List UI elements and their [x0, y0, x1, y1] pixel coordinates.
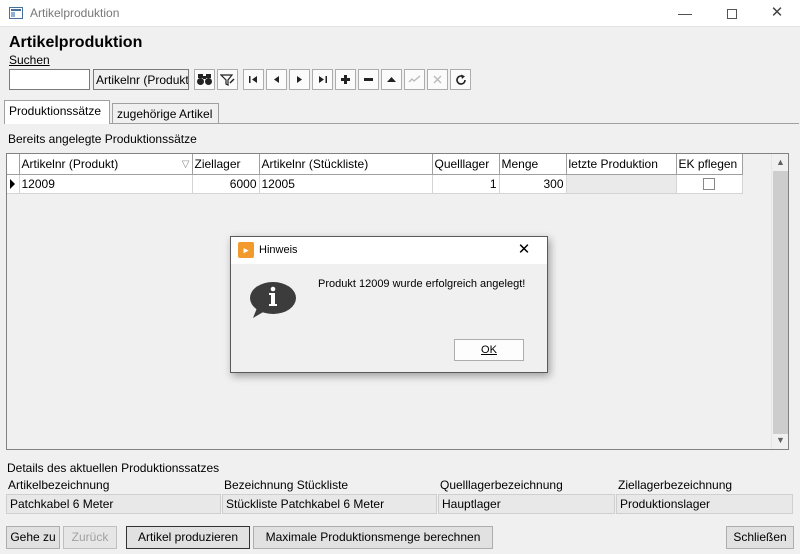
field-ziellagerbezeichnung: Produktionslager: [616, 494, 793, 514]
row-indicator-header: [7, 154, 20, 175]
next-record-button[interactable]: [289, 69, 310, 90]
grid-header-row: Artikelnr (Produkt) ▽ Ziellager Artikelnr…: [7, 154, 743, 175]
ok-button[interactable]: OK: [454, 339, 524, 361]
field-artikelbezeichnung: Patchkabel 6 Meter: [6, 494, 221, 514]
cell-ek-pflegen[interactable]: [676, 174, 743, 194]
cell-artikelnr[interactable]: 12009: [19, 174, 193, 194]
insert-record-button[interactable]: [335, 69, 356, 90]
close-icon: ✕: [517, 241, 531, 258]
cell-stueckliste[interactable]: 12005: [259, 174, 433, 194]
dialog-titlebar: ▸ Hinweis ✕: [231, 237, 547, 264]
binoculars-icon: [197, 74, 212, 85]
hinweis-dialog: ▸ Hinweis ✕ Produkt 12009 wurde erfolgre…: [230, 236, 548, 373]
schliessen-button[interactable]: Schließen: [726, 526, 794, 549]
cancel-icon: [433, 75, 442, 84]
cell-quelllager[interactable]: 1: [432, 174, 500, 194]
cell-letzte-produktion: [566, 174, 677, 194]
search-label: Suchen: [9, 53, 50, 67]
minimize-button[interactable]: —: [662, 0, 708, 27]
sort-icon: ▽: [181, 158, 190, 170]
minimize-icon: —: [678, 5, 692, 21]
label-bezeichnung-stueckliste: Bezeichnung Stückliste: [224, 478, 349, 492]
dialog-body: Produkt 12009 wurde erfolgreich angelegt…: [231, 264, 547, 372]
scrollbar-thumb[interactable]: [773, 171, 788, 434]
dialog-close-button[interactable]: ✕: [509, 239, 539, 261]
zurueck-button[interactable]: Zurück: [63, 526, 117, 549]
column-header-artikelnr[interactable]: Artikelnr (Produkt) ▽: [19, 154, 193, 175]
cancel-edit-button[interactable]: [427, 69, 448, 90]
search-field-select[interactable]: Artikelnr (Produkt: [93, 69, 189, 90]
post-icon: [408, 75, 421, 83]
label-quelllagerbezeichnung: Quelllagerbezeichnung: [440, 478, 563, 492]
scroll-up-icon[interactable]: ▲: [772, 154, 788, 171]
previous-record-button[interactable]: [266, 69, 287, 90]
info-icon: [250, 282, 296, 318]
column-header-artikelnr-label: Artikelnr (Produkt): [21, 156, 119, 171]
delete-icon: [364, 78, 373, 81]
ok-button-label: OK: [481, 344, 497, 356]
grid-table: Artikelnr (Produkt) ▽ Ziellager Artikelnr…: [7, 154, 743, 194]
artikel-produzieren-button[interactable]: Artikel produzieren: [126, 526, 250, 549]
label-artikelbezeichnung: Artikelbezeichnung: [8, 478, 110, 492]
page-title: Artikelproduktion: [9, 34, 143, 51]
filter-button[interactable]: [217, 69, 238, 90]
search-input[interactable]: [9, 69, 90, 90]
window-title: Artikelproduktion: [30, 6, 120, 20]
scroll-down-icon[interactable]: ▼: [772, 432, 788, 449]
column-header-ek-pflegen[interactable]: EK pflegen: [676, 154, 743, 175]
maximize-button[interactable]: [709, 0, 755, 27]
tab-produktionssaetze[interactable]: Produktionssätze: [4, 100, 110, 124]
app-window-icon: [9, 7, 23, 19]
ek-pflegen-checkbox[interactable]: [703, 178, 715, 191]
row-indicator: [7, 174, 20, 194]
refresh-icon: [455, 74, 466, 85]
close-icon: ✕: [770, 4, 784, 21]
cell-ziellager[interactable]: 6000: [192, 174, 260, 194]
last-record-button[interactable]: [312, 69, 333, 90]
edit-icon: [387, 77, 396, 82]
post-record-button[interactable]: [404, 69, 425, 90]
next-record-icon: [297, 76, 302, 83]
tab-zugehoerige-artikel[interactable]: zugehörige Artikel: [112, 103, 219, 124]
label-ziellagerbezeichnung: Ziellagerbezeichnung: [618, 478, 733, 492]
search-button[interactable]: [194, 69, 215, 90]
column-header-menge[interactable]: Menge: [499, 154, 567, 175]
column-header-quelllager[interactable]: Quelllager: [432, 154, 500, 175]
column-header-letzte-produktion[interactable]: letzte Produktion: [566, 154, 677, 175]
current-row-icon: [10, 179, 16, 190]
details-title: Details des aktuellen Produktionssatzes: [7, 461, 220, 475]
maximize-icon: [727, 9, 737, 20]
first-record-button[interactable]: [243, 69, 264, 90]
last-record-icon: [319, 76, 327, 83]
delete-record-button[interactable]: [358, 69, 379, 90]
grid-vertical-scrollbar[interactable]: ▲ ▼: [771, 154, 788, 449]
section-label: Bereits angelegte Produktionssätze: [8, 132, 197, 146]
search-label-text: Suchen: [9, 53, 50, 67]
edit-record-button[interactable]: [381, 69, 402, 90]
max-produktionsmenge-button[interactable]: Maximale Produktionsmenge berechnen: [253, 526, 493, 549]
window-titlebar: Artikelproduktion — ✕: [0, 0, 800, 27]
cell-menge[interactable]: 300: [499, 174, 567, 194]
previous-record-icon: [274, 76, 279, 83]
dialog-message: Produkt 12009 wurde erfolgreich angelegt…: [318, 278, 526, 290]
refresh-button[interactable]: [450, 69, 471, 90]
column-header-ziellager[interactable]: Ziellager: [192, 154, 260, 175]
insert-icon: [341, 75, 350, 84]
field-quelllagerbezeichnung: Hauptlager: [438, 494, 615, 514]
first-record-icon: [249, 76, 257, 83]
column-header-stueckliste[interactable]: Artikelnr (Stückliste): [259, 154, 433, 175]
close-window-button[interactable]: ✕: [754, 0, 800, 27]
table-row[interactable]: 12009 6000 12005 1 300: [7, 174, 743, 194]
dialog-title: Hinweis: [259, 244, 298, 256]
filter-icon: [220, 73, 235, 86]
field-bezeichnung-stueckliste: Stückliste Patchkabel 6 Meter: [222, 494, 437, 514]
gehe-zu-button[interactable]: Gehe zu: [6, 526, 60, 549]
dialog-app-icon: ▸: [238, 242, 254, 258]
